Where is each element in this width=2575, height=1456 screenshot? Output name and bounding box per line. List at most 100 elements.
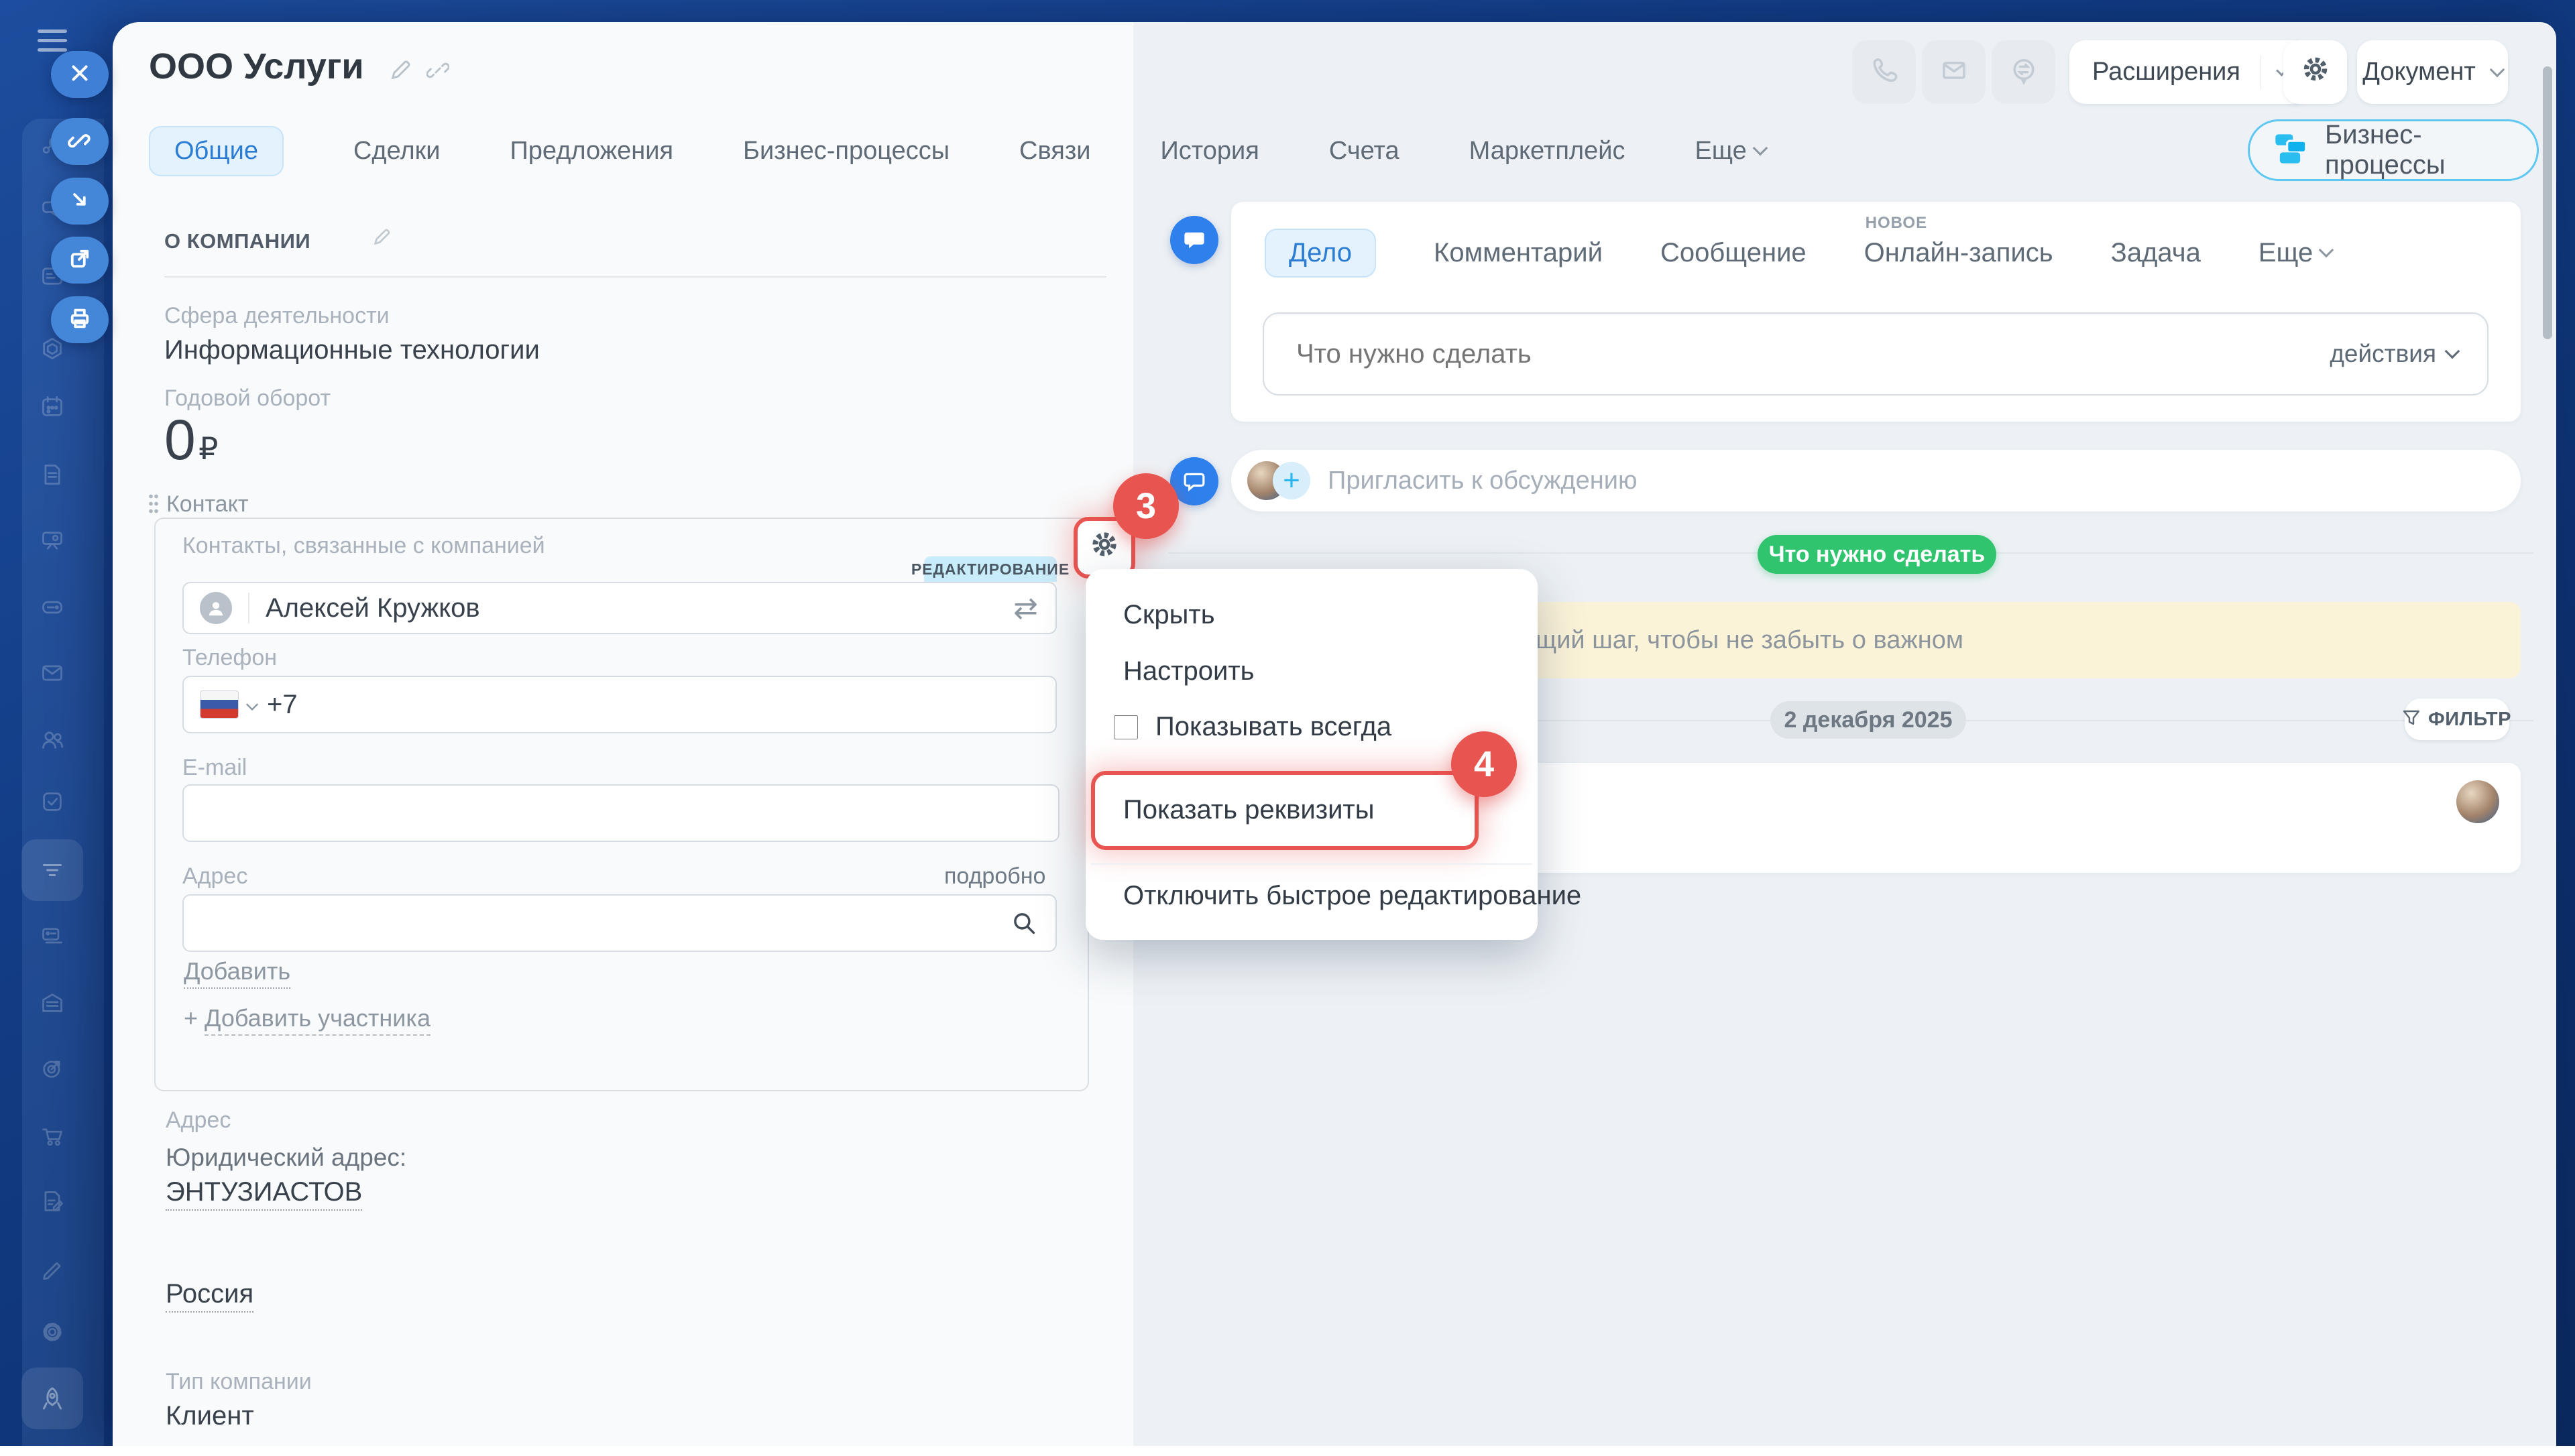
always-show-checkbox[interactable] [1114, 715, 1138, 739]
industry-value[interactable]: Информационные технологии [164, 335, 540, 365]
chevron-down-icon [246, 699, 258, 711]
presentation-icon[interactable] [31, 520, 74, 562]
tasks-icon[interactable] [31, 780, 74, 823]
phone-value: +7 [267, 690, 298, 720]
annotation-step-4: 4 [1451, 731, 1517, 797]
edit-section-icon[interactable] [372, 227, 392, 250]
ruble-sign: ₽ [198, 431, 218, 466]
todo-pill[interactable]: Что нужно сделать [1758, 535, 1996, 574]
call-button[interactable] [1852, 40, 1916, 104]
add-field-link[interactable]: Добавить [184, 957, 290, 985]
divider [1091, 863, 1532, 865]
settings-icon[interactable] [31, 1311, 74, 1353]
todo-input-wrap: действия [1263, 312, 2488, 396]
target-icon[interactable] [31, 1047, 74, 1090]
entity-tabs: Общие Сделки Предложения Бизнес-процессы… [149, 126, 1766, 176]
contact-select[interactable]: Алексей Кружков ⇄ [182, 582, 1057, 634]
print-button[interactable] [51, 296, 109, 343]
open-new-window-button[interactable] [51, 237, 109, 284]
tab-scheta[interactable]: Счета [1329, 137, 1399, 166]
chevron-down-icon [1752, 141, 1768, 156]
timeline-tabs: Дело Комментарий Сообщение НОВОЕ Онлайн-… [1265, 227, 2332, 279]
mail-icon[interactable] [31, 652, 74, 694]
print-icon [68, 306, 92, 334]
document-button[interactable]: Документ [2357, 40, 2508, 104]
invite-bar[interactable]: + Пригласить к обсуждению [1231, 450, 2521, 511]
address-label: Адрес [182, 863, 247, 890]
tab-istoriya[interactable]: История [1160, 137, 1259, 166]
funnel-icon [2403, 709, 2420, 730]
close-slider-button[interactable] [51, 51, 109, 98]
todo-input[interactable] [1264, 339, 2330, 369]
country-flag-icon[interactable] [200, 690, 239, 719]
email-button[interactable] [1922, 40, 1986, 104]
drag-handle-icon[interactable] [148, 493, 159, 515]
settings-button[interactable] [2283, 40, 2347, 104]
tab-kommentariy[interactable]: Комментарий [1434, 238, 1603, 268]
business-process-button[interactable]: Бизнес-процессы [2248, 119, 2539, 181]
chat-button[interactable] [1992, 40, 2055, 104]
cart-icon[interactable] [31, 1115, 74, 1158]
menu-item-show-requisites[interactable]: Показать реквизиты [1123, 795, 1375, 825]
tab-onlayn-zapis[interactable]: НОВОЕ Онлайн-запись [1864, 238, 2053, 268]
team-icon[interactable] [31, 718, 74, 761]
copy-link-button[interactable] [51, 118, 109, 165]
business-process-icon [2273, 133, 2307, 168]
page-title: ООО Услуги [149, 46, 364, 87]
tab-eshche-timeline[interactable]: Еще [2258, 238, 2332, 268]
filter-button[interactable]: ФИЛЬТР [2405, 699, 2509, 740]
tab-obshchie[interactable]: Общие [149, 126, 284, 176]
tab-eshche[interactable]: Еще [1695, 137, 1765, 166]
tab-zadacha[interactable]: Задача [2111, 238, 2201, 268]
chevron-down-icon [2319, 243, 2334, 258]
tab-biznes-processy[interactable]: Бизнес-процессы [743, 137, 950, 166]
contacts-label: Контакты, связанные с компанией [182, 533, 545, 559]
tab-delo[interactable]: Дело [1265, 229, 1376, 278]
menu-item-hide[interactable]: Скрыть [1123, 600, 1215, 630]
company-type-value[interactable]: Клиент [166, 1401, 254, 1431]
tab-svyazi[interactable]: Связи [1019, 137, 1090, 166]
divider [164, 276, 1106, 278]
invite-plus-icon[interactable]: + [1273, 462, 1310, 499]
address-details-link[interactable]: подробно [944, 863, 1045, 890]
tab-marketpleys[interactable]: Маркетплейс [1469, 137, 1625, 166]
copy-title-link-icon[interactable] [426, 59, 449, 85]
tab-soobshchenie[interactable]: Сообщение [1660, 238, 1807, 268]
address-field[interactable] [182, 894, 1057, 952]
search-icon[interactable] [1010, 909, 1038, 941]
drive-icon[interactable] [31, 586, 74, 629]
email-field[interactable] [182, 784, 1060, 842]
kanban-icon[interactable] [31, 915, 74, 958]
add-participant-link[interactable]: + Добавить участника [184, 1004, 431, 1032]
crm-filter-icon[interactable] [21, 839, 83, 901]
contract-icon[interactable] [31, 1180, 74, 1223]
tab-sdelki[interactable]: Сделки [353, 137, 441, 166]
pen-icon[interactable] [31, 1246, 74, 1289]
actions-dropdown[interactable]: действия [2330, 340, 2458, 368]
plus-icon: + [184, 1004, 198, 1032]
swap-contact-icon[interactable]: ⇄ [1013, 591, 1038, 625]
vertical-scrollbar[interactable] [2543, 66, 2552, 339]
phone-label: Телефон [182, 645, 277, 671]
contact-group-label: Контакт [166, 491, 248, 518]
country-link[interactable]: Россия [166, 1279, 253, 1309]
menu-item-disable-quick-edit[interactable]: Отключить быстрое редактирование [1123, 881, 1581, 911]
collapse-slider-button[interactable] [51, 178, 109, 225]
extensions-button[interactable]: Расширения [2069, 40, 2309, 104]
edit-title-icon[interactable] [389, 58, 413, 85]
close-icon [67, 60, 93, 89]
phone-field[interactable]: +7 [182, 676, 1057, 733]
menu-item-always-show[interactable]: Показывать всегда [1114, 712, 1391, 742]
rocket-icon[interactable] [21, 1368, 83, 1429]
storage-icon[interactable] [31, 981, 74, 1024]
tab-predlozheniya[interactable]: Предложения [510, 137, 673, 166]
contact-avatar [200, 592, 232, 624]
document-icon[interactable] [31, 453, 74, 496]
phone-icon [1870, 56, 1899, 88]
legal-address-value[interactable]: ЭНТУЗИАСТОВ [166, 1177, 362, 1207]
calendar-icon[interactable] [31, 385, 74, 428]
company-type-label: Тип компании [166, 1369, 312, 1395]
industry-label: Сфера деятельности [164, 303, 390, 329]
menu-item-configure[interactable]: Настроить [1123, 656, 1254, 686]
revenue-value[interactable]: 0 ₽ [164, 408, 218, 473]
